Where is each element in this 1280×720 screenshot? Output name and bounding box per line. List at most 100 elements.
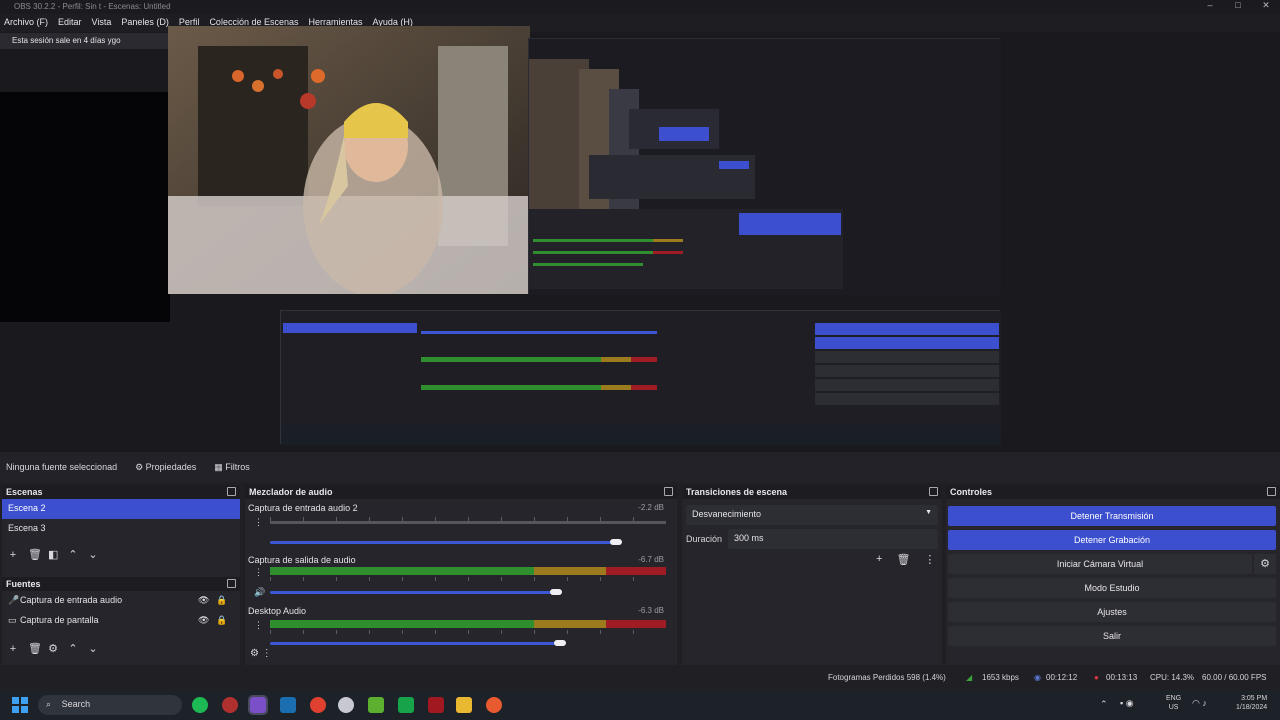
start-virtual-camera-button[interactable]: Iniciar Cámara Virtual: [948, 554, 1252, 574]
duration-field[interactable]: 300 ms: [728, 529, 938, 549]
chevron-up-icon[interactable]: ⌃: [68, 644, 78, 655]
volume-slider[interactable]: [270, 642, 560, 645]
window-title: OBS 30.2.2 - Perfil: Sin t - Escenas: Un…: [14, 2, 171, 11]
filter-icon[interactable]: ◧: [48, 550, 58, 561]
menu-archivo[interactable]: Archivo (F): [4, 17, 48, 32]
cpu-usage: CPU: 14.3%: [1150, 673, 1195, 682]
gear-icon[interactable]: ⚙: [48, 644, 58, 655]
bitrate: 1653 kbps: [982, 673, 1019, 682]
trash-icon[interactable]: 🗑: [896, 553, 910, 566]
trash-icon[interactable]: 🗑: [28, 550, 42, 561]
taskbar-search[interactable]: ⌕ Search: [38, 695, 182, 715]
track-name: Desktop Audio: [248, 606, 307, 616]
trash-icon[interactable]: 🗑: [28, 644, 42, 655]
volume-slider[interactable]: [270, 591, 556, 594]
lock-icon[interactable]: 🔒: [216, 615, 227, 626]
mixer-track: Captura de entrada audio 2 -2.2 dB ⋮: [248, 503, 668, 553]
source-item[interactable]: ▭ Captura de pantalla 👁 🔒: [2, 611, 240, 631]
dropped-frames: Fotogramas Perdidos 598 (1.4%): [828, 673, 946, 682]
undock-icon[interactable]: [227, 487, 236, 496]
exit-button[interactable]: Salir: [948, 626, 1276, 646]
track-db: -6.7 dB: [638, 555, 664, 564]
stream-icon: ◉: [1034, 673, 1041, 682]
status-bar: Fotogramas Perdidos 598 (1.4%) ◢ 1653 kb…: [0, 666, 1280, 690]
add-icon[interactable]: +: [8, 550, 18, 561]
duration-label: Duración: [686, 534, 723, 544]
recursive-screen-image: [529, 39, 1001, 295]
volume-knob[interactable]: [550, 589, 562, 595]
eye-icon[interactable]: 👁: [198, 615, 209, 626]
transition-select[interactable]: Desvanecimiento ▼: [686, 505, 938, 525]
volume-knob[interactable]: [554, 640, 566, 646]
add-icon[interactable]: +: [876, 553, 882, 566]
obs-taskbar-icon[interactable]: [248, 695, 268, 715]
menu-paneles[interactable]: Paneles (D): [121, 17, 169, 32]
region-label: US: [1168, 704, 1179, 711]
mixer-track: Captura de salida de audio -6.7 dB ⋮ 🔊: [248, 555, 668, 605]
undock-icon[interactable]: [1267, 487, 1276, 496]
menu-editar[interactable]: Editar: [58, 17, 82, 32]
menu-dots-icon[interactable]: ⋮: [254, 620, 263, 631]
settings-button[interactable]: Ajustes: [948, 602, 1276, 622]
stop-recording-button[interactable]: Detener Grabación: [948, 530, 1276, 550]
duration-row: Duración 300 ms: [686, 529, 938, 549]
add-icon[interactable]: +: [8, 644, 18, 655]
wifi-icon[interactable]: ◠ ♪: [1192, 698, 1207, 709]
menu-dots-icon[interactable]: ⋮: [254, 517, 263, 528]
browser-icon[interactable]: [486, 697, 502, 713]
level-meter: [270, 567, 666, 575]
steam-icon[interactable]: [280, 697, 296, 713]
clock-time: 3:05 PM: [1241, 695, 1268, 702]
minimize-button[interactable]: –: [1196, 0, 1224, 14]
chrome-icon[interactable]: [310, 697, 326, 713]
tray-icons[interactable]: ▪ ◉: [1120, 698, 1134, 709]
menu-vista[interactable]: Vista: [92, 17, 112, 32]
undock-icon[interactable]: [664, 487, 673, 496]
mixer-settings-icon[interactable]: ⚙ ⋮: [250, 648, 272, 659]
gear-icon[interactable]: ⚙: [1254, 554, 1276, 574]
chevron-down-icon[interactable]: ⌄: [88, 550, 98, 561]
mixer-header: Mezclador de audio: [245, 485, 677, 499]
transitions-toolbar: + 🗑 ⋮: [876, 553, 935, 566]
chevron-down-icon[interactable]: ⌄: [88, 644, 98, 655]
app-icon[interactable]: [222, 697, 238, 713]
clock[interactable]: 3:05 PM 1/18/2024: [1236, 694, 1267, 712]
maximize-button[interactable]: □: [1224, 0, 1252, 14]
duration-value: 300 ms: [734, 533, 764, 543]
meter-ticks: [270, 577, 666, 581]
media-icon[interactable]: [338, 697, 354, 713]
scenes-title: Escenas: [6, 487, 43, 497]
minecraft-icon[interactable]: [368, 697, 384, 713]
folder-icon[interactable]: [456, 697, 472, 713]
webcam-image: [168, 26, 530, 294]
studio-mode-button[interactable]: Modo Estudio: [948, 578, 1276, 598]
tray-chevron-icon[interactable]: ⌃: [1100, 699, 1108, 710]
volume-slider[interactable]: [270, 541, 620, 544]
menu-dots-icon[interactable]: ⋮: [924, 553, 935, 566]
spotify-icon[interactable]: [192, 697, 208, 713]
close-button[interactable]: ✕: [1252, 0, 1280, 14]
screen-capture-preview: [528, 38, 1001, 295]
source-label: Captura de pantalla: [20, 615, 99, 625]
scene-item[interactable]: Escena 3: [2, 519, 240, 539]
lock-icon[interactable]: 🔒: [216, 595, 227, 606]
scene-item[interactable]: Escena 2: [2, 499, 240, 519]
volume-knob[interactable]: [610, 539, 622, 545]
chevron-up-icon[interactable]: ⌃: [68, 550, 78, 561]
source-item[interactable]: 🎤 Captura de entrada audio 👁 🔒: [2, 591, 240, 611]
window-title-bar: OBS 30.2.2 - Perfil: Sin t - Escenas: Un…: [0, 0, 1280, 14]
excel-icon[interactable]: [398, 697, 414, 713]
filters-button[interactable]: ▦ Filtros: [214, 462, 250, 473]
windows-start-icon[interactable]: [12, 697, 28, 713]
sources-toolbar: + 🗑 ⚙ ⌃ ⌄: [2, 639, 240, 659]
speaker-icon[interactable]: 🔊: [254, 587, 265, 598]
undock-icon[interactable]: [227, 579, 236, 588]
language-indicator[interactable]: ENG US: [1166, 694, 1181, 712]
stop-stream-button[interactable]: Detener Transmisión: [948, 506, 1276, 526]
properties-button[interactable]: ⚙ Propiedades: [135, 462, 196, 473]
clock-date: 1/18/2024: [1236, 704, 1268, 711]
undock-icon[interactable]: [929, 487, 938, 496]
app-icon[interactable]: [428, 697, 444, 713]
menu-dots-icon[interactable]: ⋮: [254, 567, 263, 578]
eye-icon[interactable]: 👁: [198, 595, 209, 606]
